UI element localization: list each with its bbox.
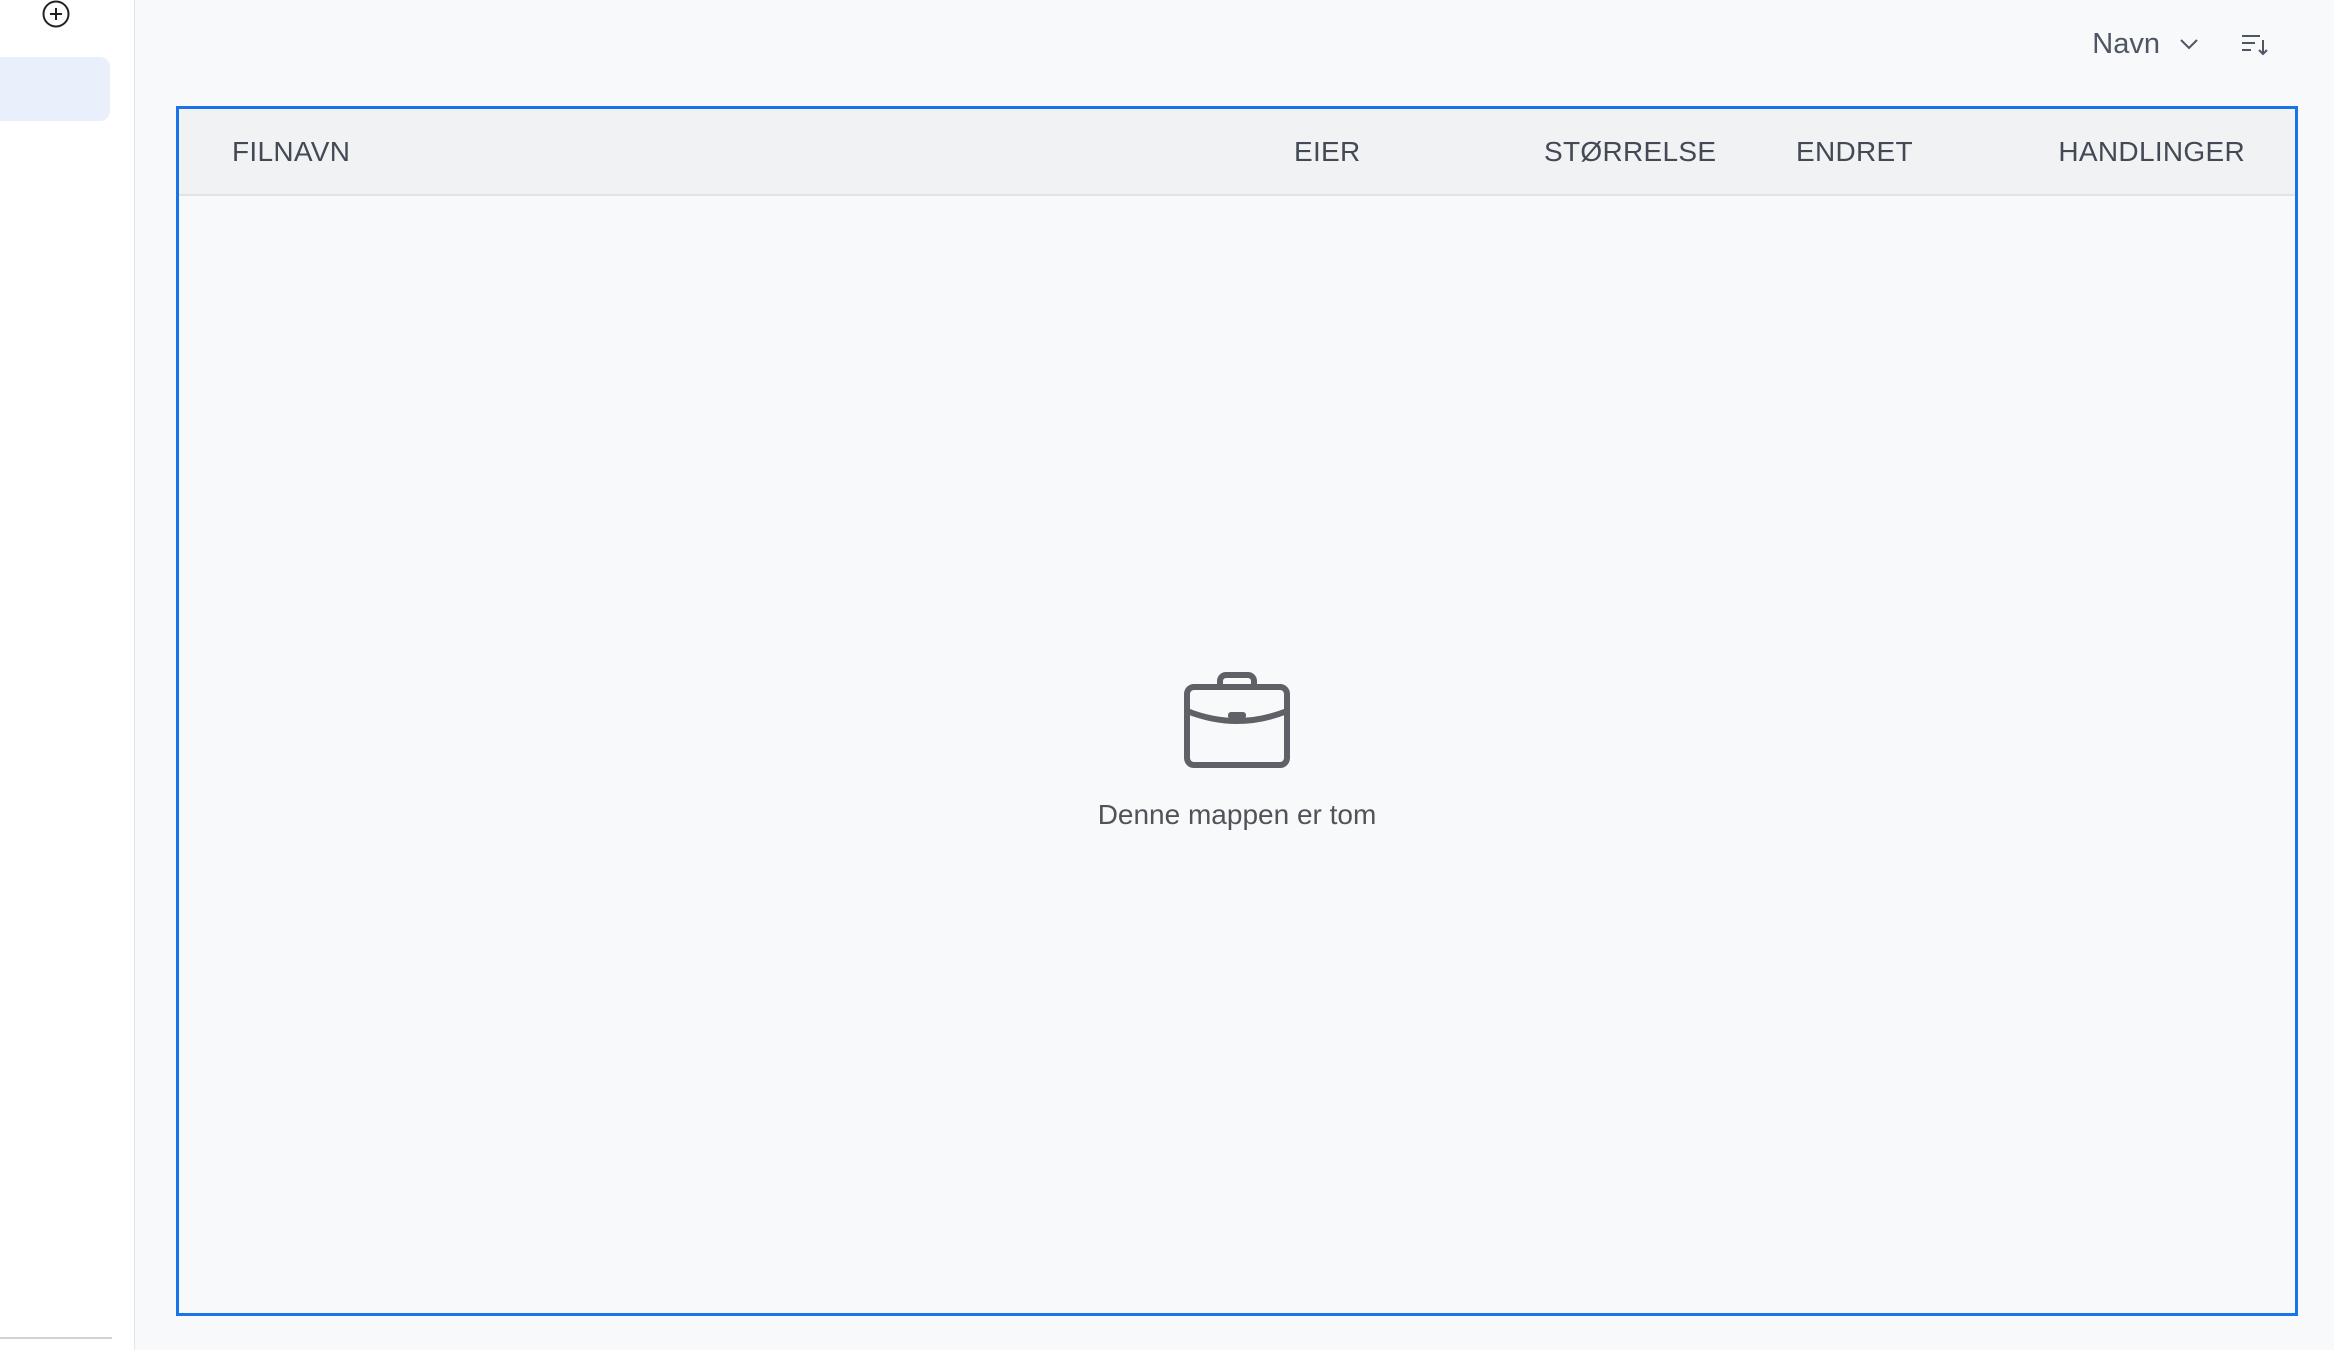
- sidebar-item-active[interactable]: [0, 57, 110, 121]
- table-header: FILNAVN EIER STØRRELSE ENDRET HANDLINGER: [179, 109, 2295, 196]
- sidebar-divider: [0, 1337, 112, 1339]
- add-button[interactable]: [40, 0, 72, 30]
- file-table: FILNAVN EIER STØRRELSE ENDRET HANDLINGER…: [176, 106, 2298, 1316]
- sort-descending-icon: [2242, 35, 2268, 56]
- column-header-size[interactable]: STØRRELSE: [1544, 109, 1716, 194]
- file-manager-app: Navn FILNAVN EIER STØRRELSE ENDRET HANDL…: [0, 0, 2334, 1350]
- column-header-modified[interactable]: ENDRET: [1796, 109, 1913, 194]
- sidebar: [0, 0, 135, 1350]
- empty-state-message: Denne mappen er tom: [1097, 799, 1377, 830]
- sort-direction-button[interactable]: [2234, 24, 2274, 64]
- column-header-filename[interactable]: FILNAVN: [232, 109, 350, 194]
- sort-toolbar: Navn: [2092, 24, 2274, 64]
- briefcase-icon: [1184, 672, 1290, 768]
- empty-state: Denne mappen er tom: [179, 669, 2295, 831]
- sort-field-label: Navn: [2092, 27, 2160, 60]
- column-header-owner[interactable]: EIER: [1294, 109, 1361, 194]
- column-header-actions: HANDLINGER: [2058, 135, 2245, 167]
- chevron-down-icon: [2180, 39, 2198, 50]
- plus-circle-icon: [42, 0, 70, 28]
- sort-field-select[interactable]: Navn: [2092, 28, 2200, 61]
